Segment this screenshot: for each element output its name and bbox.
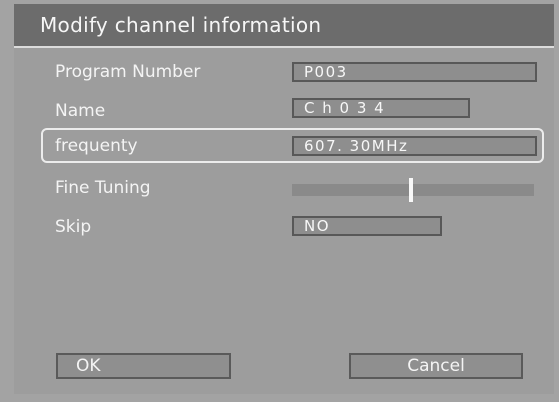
fine-tuning-label: Fine Tuning xyxy=(55,178,151,198)
skip-label: Skip xyxy=(55,217,92,237)
program-number-field[interactable]: P003 xyxy=(292,62,537,82)
dialog-title-bar: Modify channel information xyxy=(14,4,554,48)
ok-button[interactable]: OK xyxy=(56,353,231,379)
fine-tuning-slider-thumb[interactable] xyxy=(409,178,413,202)
skip-field[interactable]: NO xyxy=(292,216,442,236)
name-field[interactable]: C h 0 3 4 xyxy=(292,98,470,118)
fine-tuning-slider[interactable] xyxy=(292,184,534,196)
tv-osd-screen: Modify channel information Program Numbe… xyxy=(0,0,559,402)
program-number-label: Program Number xyxy=(55,62,201,82)
frequency-field[interactable]: 607. 30MHz xyxy=(292,136,537,156)
frequency-label: frequenty xyxy=(55,136,138,156)
cancel-button[interactable]: Cancel xyxy=(349,353,523,379)
dialog-title: Modify channel information xyxy=(40,13,322,37)
name-label: Name xyxy=(55,101,106,121)
